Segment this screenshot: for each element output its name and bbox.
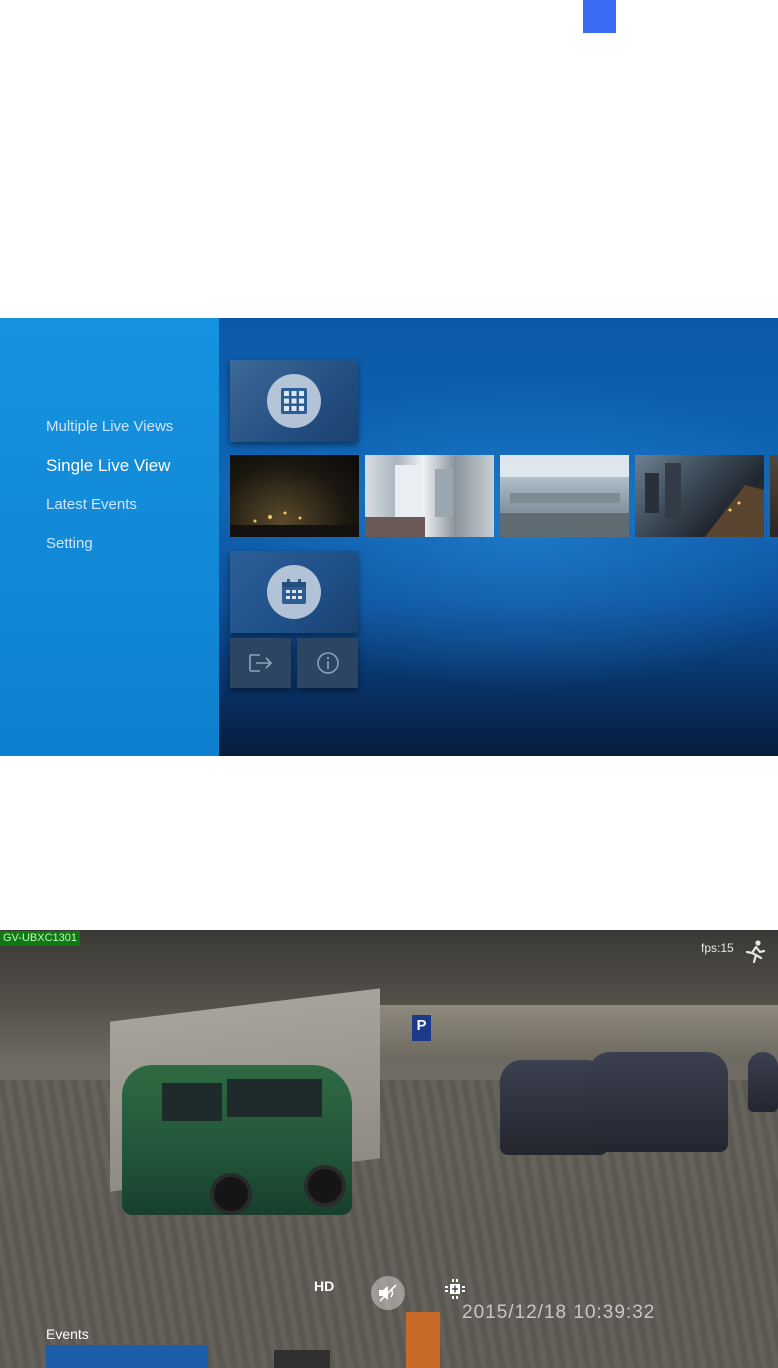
calendar-icon [267, 565, 321, 619]
event-thumbnail[interactable] [274, 1350, 330, 1368]
audio-button[interactable] [371, 1276, 405, 1310]
main-panel [219, 318, 778, 756]
video-timestamp: 2015/12/18 10:39:32 [462, 1302, 656, 1323]
ptz-icon[interactable] [444, 1278, 466, 1300]
background-wall [370, 1005, 778, 1060]
camera-thumbnail[interactable] [230, 455, 359, 537]
running-person-icon [745, 940, 766, 964]
info-icon [316, 652, 339, 674]
camera-thumbnail[interactable] [500, 455, 629, 537]
van-window [162, 1083, 222, 1121]
playback-controls: HD [314, 1276, 474, 1310]
sidebar: Multiple Live Views Single Live View Lat… [0, 318, 219, 756]
hd-toggle-button[interactable]: HD [314, 1278, 334, 1294]
sidebar-menu: Multiple Live Views Single Live View Lat… [46, 416, 173, 572]
parking-sign: P [412, 1015, 431, 1041]
van-wheel [210, 1173, 252, 1215]
exit-tile[interactable] [230, 638, 291, 688]
exit-icon [248, 654, 272, 672]
event-thumbnail[interactable] [46, 1345, 208, 1368]
info-tile[interactable] [297, 638, 358, 688]
sidebar-item-setting[interactable]: Setting [46, 533, 173, 572]
van-wheel [304, 1165, 346, 1207]
camera-name-label: GV-UBXC1301 [0, 931, 80, 946]
live-view-tile[interactable] [230, 360, 358, 442]
live-camera-view: P GV-UBXC1301 fps:15 HD 2015/12/18 10:39… [0, 930, 778, 1368]
page-tab-marker [583, 0, 616, 33]
sidebar-item-latest-events[interactable]: Latest Events [46, 494, 173, 533]
camera-thumbnail[interactable] [365, 455, 494, 537]
parked-car [588, 1052, 728, 1152]
grid-icon [267, 374, 321, 428]
van-window [227, 1079, 322, 1117]
speaker-mute-icon [379, 1284, 397, 1302]
fps-readout: fps:15 [701, 941, 734, 955]
camera-thumbnail[interactable] [770, 455, 778, 537]
parked-car [748, 1052, 778, 1112]
green-van [122, 1065, 352, 1215]
events-section-title: Events [46, 1326, 89, 1342]
sidebar-item-multiple-live-views[interactable]: Multiple Live Views [46, 416, 173, 455]
playback-tile[interactable] [230, 551, 358, 633]
camera-thumbnail[interactable] [635, 455, 764, 537]
orange-post [406, 1312, 440, 1368]
sidebar-item-single-live-view[interactable]: Single Live View [46, 455, 173, 494]
tv-home-screen: Multiple Live Views Single Live View Lat… [0, 318, 778, 756]
